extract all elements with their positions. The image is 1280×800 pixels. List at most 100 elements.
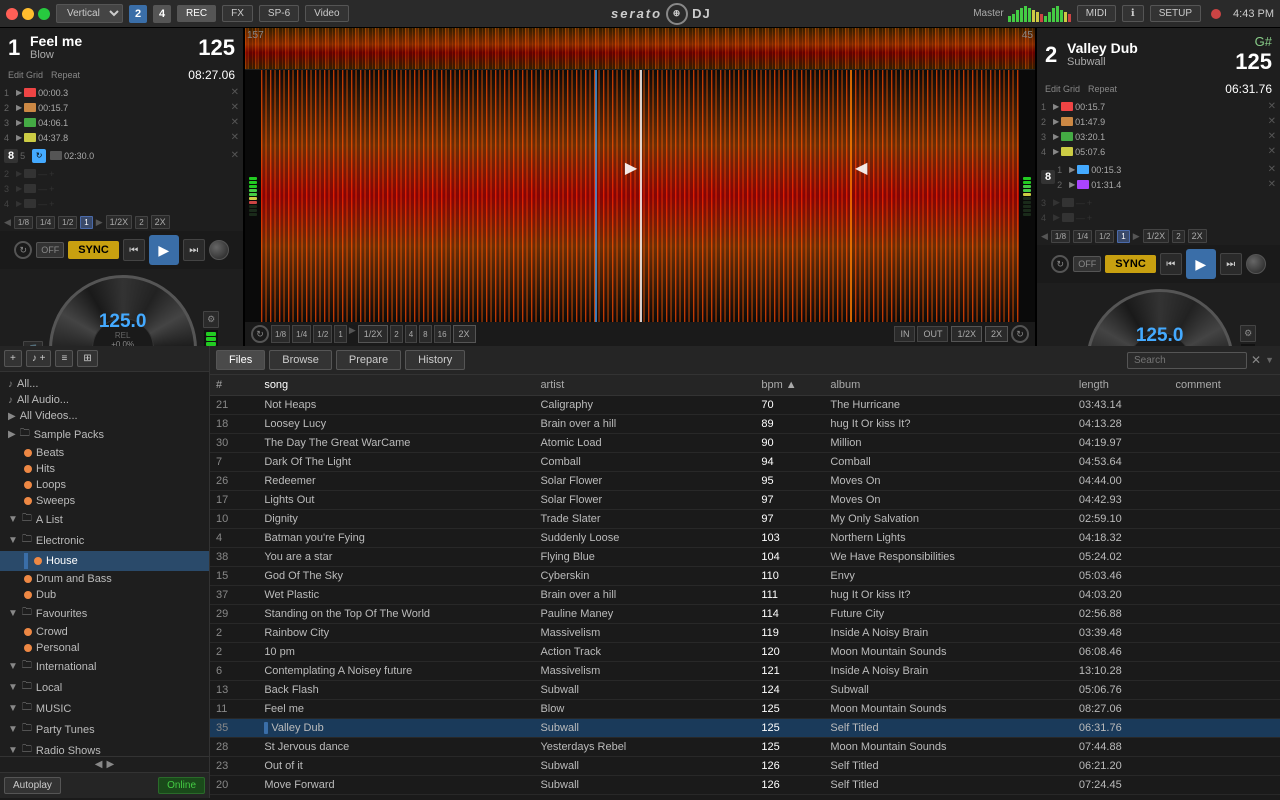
col-header-album[interactable]: album [824,375,1073,396]
pitch-2x[interactable]: 2X [453,325,476,343]
col-header-song[interactable]: song [258,375,534,396]
table-row[interactable]: 28 St Jervous dance Yesterdays Rebel 125… [210,738,1280,757]
sidebar-item-sample-packs[interactable]: ▶ 🗀 Sample Packs [0,424,209,445]
d2-loop-2[interactable]: 2 [1172,230,1184,243]
deck-1-rotate-icon[interactable]: ↻ [14,241,32,259]
deck-2-edit-grid[interactable]: Edit Grid [1045,84,1080,94]
sidebar-item-sweeps[interactable]: Sweeps [0,493,209,509]
info-button[interactable]: ℹ [1122,5,1144,22]
sidebar-scroll-left[interactable]: ◀ [95,759,103,770]
table-row[interactable]: 20 Move Forward Subwall 126 Self Titled … [210,776,1280,795]
sidebar-item-party-tunes[interactable]: ▼ 🗀 Party Tunes [0,719,209,740]
sidebar-item-electronic[interactable]: ▼ 🗀 Electronic [0,530,209,551]
sidebar-item-local[interactable]: ▼ 🗀 Local [0,677,209,698]
loop-2x[interactable]: 2X [151,215,170,229]
sidebar-item-favourites[interactable]: ▼ 🗀 Favourites [0,603,209,624]
pitch-1-2[interactable]: 1/2 [313,325,332,343]
tab-browse[interactable]: Browse [269,350,332,370]
maximize-button[interactable] [38,8,50,20]
sidebar-item-international[interactable]: ▼ 🗀 International [0,656,209,677]
col-header-num[interactable]: # [210,375,258,396]
deck-2-play-button[interactable]: ▶ [1186,249,1216,279]
sidebar-item-drum-and-bass[interactable]: Drum and Bass [0,571,209,587]
search-clear-button[interactable]: ✕ [1251,353,1261,367]
close-button[interactable] [6,8,18,20]
table-row[interactable]: 17 Lights Out Solar Flower 97 Moves On 0… [210,491,1280,510]
sidebar-list-view[interactable]: ≡ [55,350,73,367]
loop-1[interactable]: 1 [80,216,92,229]
table-row[interactable]: 11 Feel me Blow 125 Moon Mountain Sounds… [210,700,1280,719]
waveform-main[interactable]: ▶ ▶ [261,70,1019,322]
loop-1-2x[interactable]: 1/2X [106,215,133,229]
table-row[interactable]: 26 Redeemer Solar Flower 95 Moves On 04:… [210,472,1280,491]
tab-history[interactable]: History [405,350,465,370]
sidebar-scroll-right[interactable]: ▶ [107,759,115,770]
autoplay-button[interactable]: Autoplay [4,777,61,794]
snap-icon-right[interactable]: ↻ [1011,325,1029,343]
sidebar-item-all-videos[interactable]: ▶ All Videos... [0,408,209,424]
deck-1-settings-icon[interactable]: ⚙ [203,311,219,328]
online-button[interactable]: Online [158,777,205,794]
table-row[interactable]: 18 Loosey Lucy Brain over a hill 89 hug … [210,415,1280,434]
deck-1-bank-8[interactable]: 8 [4,149,18,163]
table-row[interactable]: 15 God Of The Sky Cyberskin 110 Envy 05:… [210,567,1280,586]
search-input[interactable] [1127,352,1247,369]
d2-loop-2x[interactable]: 2X [1188,229,1207,243]
table-row[interactable]: 1 Redlands Atomic Load 127 Million 04:11… [210,795,1280,798]
table-row[interactable]: 29 Standing on the Top Of The World Paul… [210,605,1280,624]
search-filter-icon[interactable]: ▼ [1265,355,1274,365]
table-row[interactable]: 21 Not Heaps Caligraphy 70 The Hurricane… [210,396,1280,415]
table-row[interactable]: 4 Batman you're Fying Suddenly Loose 103… [210,529,1280,548]
sp6-button[interactable]: SP-6 [259,5,299,22]
deck-1-repeat[interactable]: Repeat [51,70,80,80]
pitch-arrow[interactable]: ▶ [349,325,356,343]
sidebar-item-loops[interactable]: Loops [0,477,209,493]
table-row[interactable]: 10 Dignity Trade Slater 97 My Only Salva… [210,510,1280,529]
d2-loop-1[interactable]: 1 [1117,230,1129,243]
sidebar-item-music[interactable]: ▼ 🗀 MUSIC [0,698,209,719]
video-button[interactable]: Video [305,5,348,22]
table-row[interactable]: 2 Rainbow City Massivelism 119 Inside A … [210,624,1280,643]
deck-2-sync-button[interactable]: SYNC [1105,255,1156,273]
deck-1-off-button[interactable]: OFF [36,242,64,258]
deck-1-next-button[interactable]: ⏭ [183,239,205,261]
right-2x[interactable]: 2X [985,326,1008,342]
table-row[interactable]: 6 Contemplating A Noisey future Massivel… [210,662,1280,681]
loop-1-4[interactable]: 1/4 [36,216,55,229]
pitch-1-8[interactable]: 1/8 [271,325,290,343]
minimize-button[interactable] [22,8,34,20]
setup-button[interactable]: SETUP [1150,5,1201,22]
fx-button[interactable]: FX [222,5,253,22]
sidebar-item-a-list[interactable]: ▼ 🗀 A List [0,509,209,530]
pitch-half-2x[interactable]: 1/2X [358,325,389,343]
deck-2-button[interactable]: 2 [129,5,147,23]
pitch-1-4[interactable]: 1/4 [292,325,311,343]
tab-prepare[interactable]: Prepare [336,350,401,370]
deck-4-button[interactable]: 4 [153,5,171,23]
pitch-4[interactable]: 4 [405,325,417,343]
deck-2-repeat[interactable]: Repeat [1088,84,1117,94]
rec-button[interactable]: REC [177,5,216,22]
deck-2-rotate-icon[interactable]: ↻ [1051,255,1069,273]
layout-dropdown[interactable]: Vertical [56,4,123,23]
pitch-2[interactable]: 2 [390,325,402,343]
tab-files[interactable]: Files [216,350,265,370]
table-row[interactable]: 13 Back Flash Subwall 124 Subwall 05:06.… [210,681,1280,700]
deck-2-pitch-knob[interactable] [1246,254,1266,274]
col-header-length[interactable]: length [1073,375,1170,396]
deck-2-settings-icon[interactable]: ⚙ [1240,325,1256,342]
d2-loop-1-2x[interactable]: 1/2X [1143,229,1170,243]
loop-1-8[interactable]: 1/8 [14,216,33,229]
d2-loop-1-4[interactable]: 1/4 [1073,230,1092,243]
out-button[interactable]: OUT [917,326,948,342]
deck-2-off-button[interactable]: OFF [1073,256,1101,272]
sidebar-item-radio-shows[interactable]: ▼ 🗀 Radio Shows [0,740,209,756]
right-half-2x[interactable]: 1/2X [951,326,982,342]
deck-1-pitch-knob[interactable] [209,240,229,260]
pitch-1[interactable]: 1 [334,325,346,343]
table-row[interactable]: 38 You are a star Flying Blue 104 We Hav… [210,548,1280,567]
table-row[interactable]: 2 10 pm Action Track 120 Moon Mountain S… [210,643,1280,662]
sidebar-item-beats[interactable]: Beats [0,445,209,461]
col-header-bpm[interactable]: bpm ▲ [755,375,824,396]
d2-loop-1-8[interactable]: 1/8 [1051,230,1070,243]
